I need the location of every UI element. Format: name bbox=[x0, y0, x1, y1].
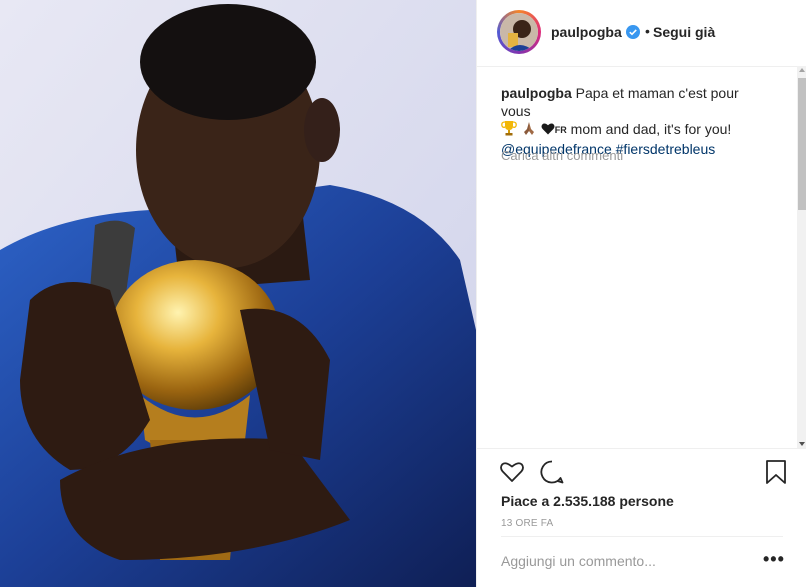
comments-scrollbar[interactable] bbox=[797, 66, 806, 448]
scroll-up-arrow-icon[interactable] bbox=[799, 68, 805, 72]
action-bar bbox=[477, 448, 806, 494]
comment-box: ••• bbox=[501, 536, 785, 588]
load-more-comments-button[interactable]: Carica altri commenti bbox=[501, 148, 623, 163]
photo-illustration bbox=[0, 0, 476, 587]
scrollbar-thumb[interactable] bbox=[798, 78, 806, 210]
trophy-icon bbox=[501, 120, 517, 140]
comment-input[interactable] bbox=[501, 551, 741, 571]
post-side-panel: paulpogba • Segui già paulpogba Papa et … bbox=[476, 0, 806, 587]
scroll-down-arrow-icon[interactable] bbox=[799, 442, 805, 446]
username-link[interactable]: paulpogba bbox=[551, 24, 622, 40]
caption: paulpogba Papa et maman c'est pour vous … bbox=[501, 84, 771, 158]
verified-badge-icon bbox=[626, 25, 640, 39]
header-separator: • bbox=[645, 23, 650, 39]
more-options-icon[interactable]: ••• bbox=[763, 549, 785, 570]
avatar[interactable] bbox=[497, 10, 541, 54]
likes-count[interactable]: Piace a 2.535.188 persone bbox=[501, 493, 674, 509]
praying-hands-icon bbox=[521, 120, 537, 140]
hashtag-link[interactable]: #fiersdetrebleus bbox=[616, 141, 716, 157]
post-header: paulpogba • Segui già bbox=[477, 0, 806, 67]
comment-icon[interactable] bbox=[539, 459, 565, 485]
heart-like-icon[interactable] bbox=[499, 459, 525, 485]
bookmark-save-icon[interactable] bbox=[763, 459, 789, 485]
heart-icon bbox=[541, 122, 555, 140]
post-photo[interactable] bbox=[0, 0, 476, 587]
following-button[interactable]: Segui già bbox=[653, 24, 715, 40]
flag-fr-icon: FR bbox=[554, 125, 567, 135]
post-timestamp[interactable]: 13 ORE FA bbox=[501, 518, 553, 529]
avatar-image bbox=[500, 13, 538, 51]
caption-username[interactable]: paulpogba bbox=[501, 85, 572, 101]
caption-text-line2: mom and dad, it's for you! bbox=[570, 121, 732, 137]
